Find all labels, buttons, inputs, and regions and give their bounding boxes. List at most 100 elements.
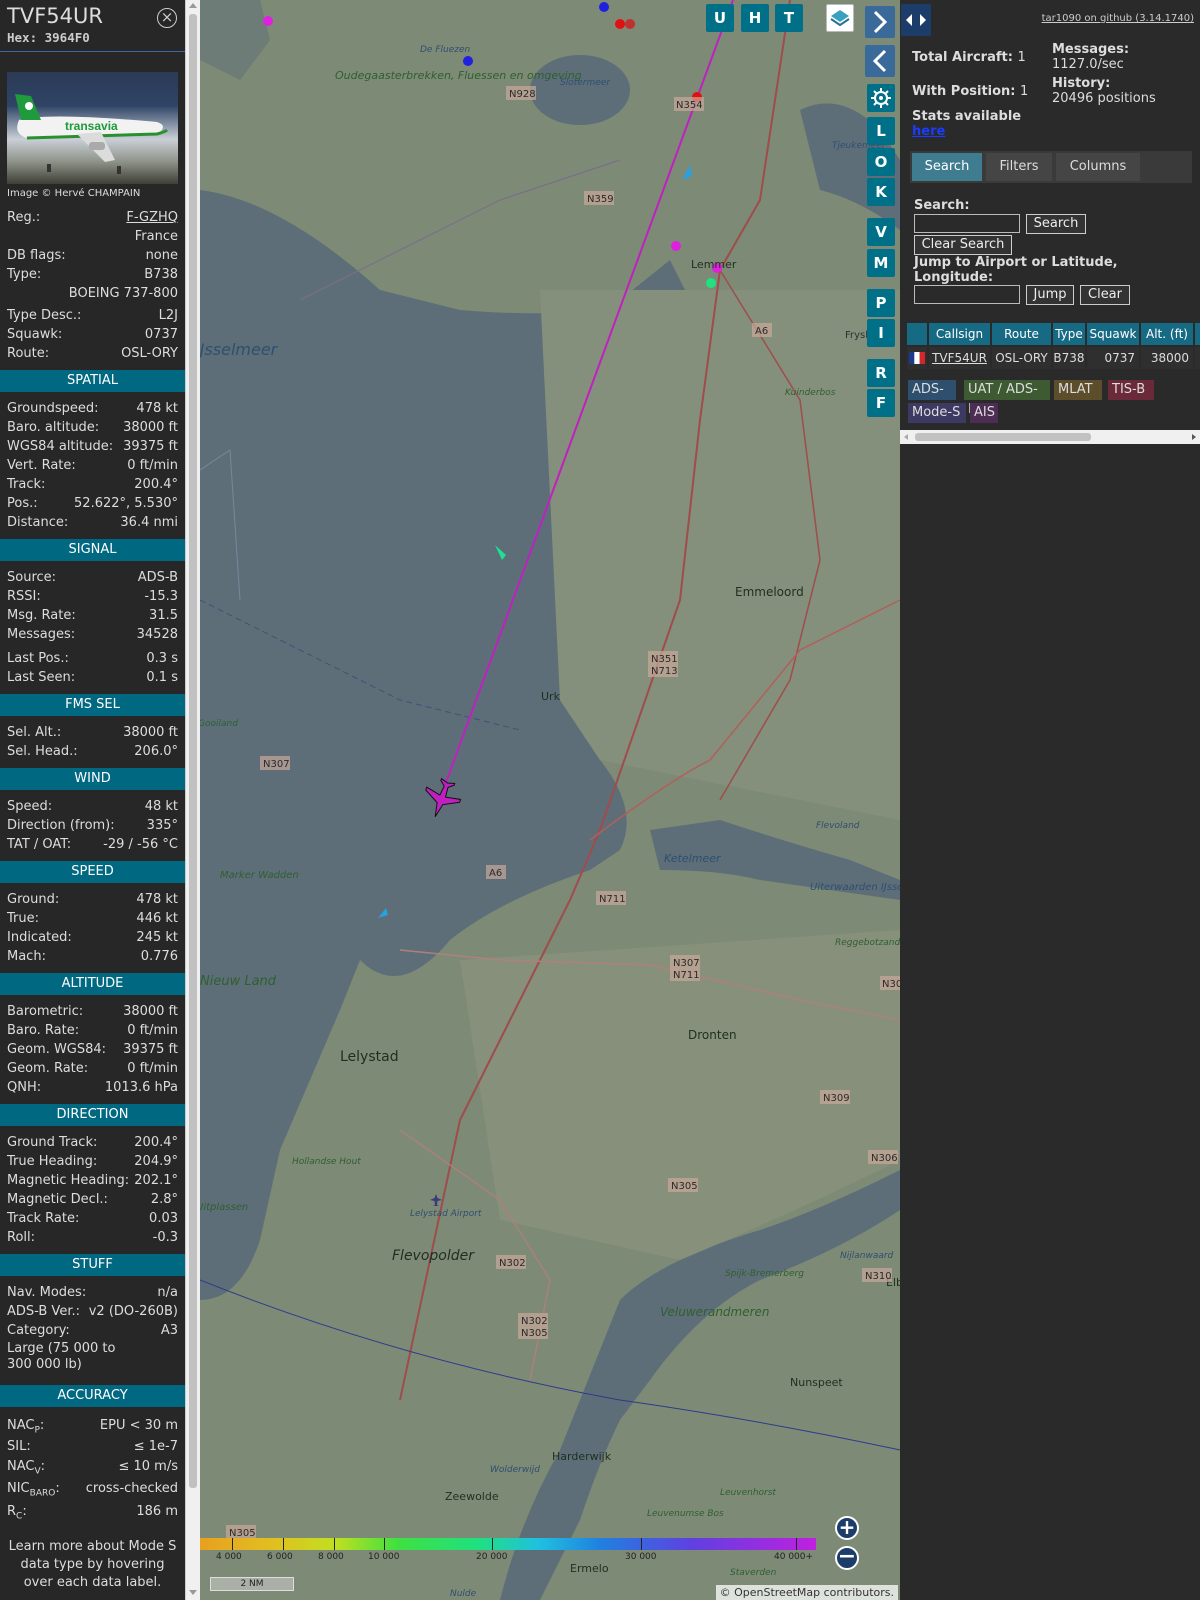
- search-input[interactable]: [914, 214, 1020, 233]
- detail-value: 478 kt: [136, 892, 178, 907]
- scroll-thumb[interactable]: [189, 14, 197, 1488]
- traffic-marker[interactable]: [615, 19, 625, 29]
- source-chip-mode-s[interactable]: Mode-S: [908, 403, 966, 423]
- clear-search-button[interactable]: Clear Search: [914, 235, 1012, 255]
- svg-text:N302: N302: [521, 1316, 548, 1327]
- map-btn-l[interactable]: L: [867, 117, 895, 145]
- road-shield: N354: [674, 97, 704, 111]
- source-chip-tis-b[interactable]: TIS-B: [1108, 380, 1154, 400]
- traffic-marker[interactable]: [463, 56, 473, 66]
- settings-gear-icon[interactable]: [867, 84, 895, 112]
- traffic-marker[interactable]: [599, 2, 609, 12]
- svg-text:N351: N351: [651, 654, 678, 665]
- sil-value: ≤ 1e-7: [133, 1439, 178, 1454]
- altitude-scale-label: 20 000: [476, 1552, 508, 1562]
- map-btn-k[interactable]: K: [867, 178, 895, 206]
- stats-here-link[interactable]: here: [912, 124, 945, 139]
- sidebar-scrollbar[interactable]: [185, 0, 200, 1600]
- detail-value: 0.03: [149, 1211, 178, 1226]
- detail-row: Baro. altitude: 38000 ft: [0, 418, 185, 437]
- map-btn-r[interactable]: R: [867, 359, 895, 387]
- table-row-callsign[interactable]: TVF54UR: [929, 347, 990, 369]
- map-canvas[interactable]: Oudegaasterbrekken, Fluessen en omgeving…: [200, 0, 900, 1600]
- map-btn-t[interactable]: T: [775, 4, 803, 32]
- map-btn-h[interactable]: H: [741, 4, 769, 32]
- scroll-up-arrow[interactable]: [189, 3, 197, 8]
- scroll-left-arrow[interactable]: [904, 434, 908, 440]
- table-horizontal-scrollbar[interactable]: [900, 430, 1200, 444]
- map-btn-v[interactable]: V: [867, 218, 895, 246]
- jump-input[interactable]: [914, 285, 1020, 304]
- traffic-marker[interactable]: [682, 165, 692, 180]
- layers-icon[interactable]: [826, 4, 854, 32]
- table-row-route[interactable]: OSL-ORY: [992, 347, 1051, 369]
- map-btn-i[interactable]: I: [867, 319, 895, 347]
- collapse-panel-icon[interactable]: [865, 45, 895, 77]
- map-btn-u[interactable]: U: [706, 4, 734, 32]
- map-btn-o[interactable]: O: [867, 148, 895, 176]
- traffic-marker[interactable]: [625, 19, 635, 29]
- tab-search[interactable]: Search: [912, 153, 982, 181]
- detail-row: Ground: 478 kt: [0, 890, 185, 909]
- map-btn-f[interactable]: F: [867, 389, 895, 417]
- source-chip-uat-ads-r[interactable]: UAT / ADS-R: [964, 380, 1050, 417]
- airport-icon: [430, 1194, 442, 1206]
- svg-text:N305: N305: [521, 1328, 548, 1339]
- info-row: Type Desc.: L2J: [0, 306, 185, 325]
- horizontal-scroll-thumb[interactable]: [915, 433, 1091, 441]
- detail-value: n/a: [157, 1285, 178, 1300]
- traffic-marker[interactable]: [706, 278, 716, 288]
- info-label: DB flags:: [7, 248, 66, 263]
- info-row: Type: B738: [0, 265, 185, 284]
- detail-row: Magnetic Decl.: 2.8°: [0, 1190, 185, 1209]
- table-header-squawk[interactable]: Squawk: [1087, 323, 1139, 345]
- toggle-sidebar-icon[interactable]: [901, 4, 931, 36]
- scroll-right-arrow[interactable]: [1192, 434, 1196, 440]
- tab-columns[interactable]: Columns: [1056, 153, 1140, 181]
- rc-sub: C: [16, 1511, 23, 1522]
- table-row-altitude[interactable]: 38000: [1141, 347, 1193, 369]
- map-view[interactable]: Oudegaasterbrekken, Fluessen en omgeving…: [200, 0, 900, 1600]
- detail-label: Direction (from):: [7, 818, 115, 833]
- zoom-in-icon[interactable]: +: [835, 1516, 859, 1540]
- detail-value: 200.4°: [134, 477, 178, 492]
- detail-value: 446 kt: [136, 911, 178, 926]
- altitude-scale-label: 40 000+: [774, 1552, 814, 1562]
- scroll-down-arrow[interactable]: [189, 1590, 197, 1595]
- registration-link[interactable]: F-GZHQ: [126, 208, 178, 227]
- close-icon[interactable]: ×: [157, 8, 177, 28]
- source-chip-ais[interactable]: AIS: [970, 403, 998, 423]
- traffic-marker[interactable]: [263, 16, 273, 26]
- table-row-flag[interactable]: [907, 347, 927, 369]
- detail-value: 39375 ft: [123, 439, 178, 454]
- table-header-callsign[interactable]: Callsign: [929, 323, 990, 345]
- table-header-flag: [907, 323, 927, 345]
- place-label: Flevoland: [816, 821, 860, 831]
- table-header-route[interactable]: Route: [992, 323, 1051, 345]
- place-label: Leuvenumse Bos: [647, 1509, 724, 1519]
- jump-button[interactable]: Jump: [1026, 285, 1074, 305]
- detail-label: WGS84 altitude:: [7, 439, 114, 454]
- source-chip-mlat[interactable]: MLAT: [1054, 380, 1102, 400]
- traffic-marker[interactable]: [671, 241, 681, 251]
- table-header-altitude[interactable]: Alt. (ft): [1141, 323, 1193, 345]
- detail-row: Roll: -0.3: [0, 1228, 185, 1247]
- map-attribution[interactable]: © OpenStreetMap contributors.: [715, 1585, 898, 1600]
- table-header-type[interactable]: Type: [1053, 323, 1085, 345]
- search-button[interactable]: Search: [1026, 214, 1086, 234]
- tab-filters[interactable]: Filters: [986, 153, 1052, 181]
- detail-label: Geom. Rate:: [7, 1061, 89, 1076]
- table-row-squawk[interactable]: 0737: [1087, 347, 1139, 369]
- github-link[interactable]: tar1090 on github (3.14.1740): [1042, 13, 1194, 24]
- source-chip-ads-b[interactable]: ADS-B: [908, 380, 956, 417]
- expand-panel-icon[interactable]: [865, 6, 895, 38]
- table-row-type[interactable]: B738: [1053, 347, 1085, 369]
- info-row: France: [0, 227, 185, 246]
- place-label: Nijlanwaard: [840, 1251, 894, 1261]
- map-btn-m[interactable]: M: [867, 249, 895, 277]
- zoom-out-icon[interactable]: −: [835, 1546, 859, 1570]
- altitude-scale-tick: [796, 1538, 797, 1550]
- clear-button[interactable]: Clear: [1080, 285, 1130, 305]
- altitude-scale-tick: [384, 1538, 385, 1550]
- map-btn-p[interactable]: P: [867, 289, 895, 317]
